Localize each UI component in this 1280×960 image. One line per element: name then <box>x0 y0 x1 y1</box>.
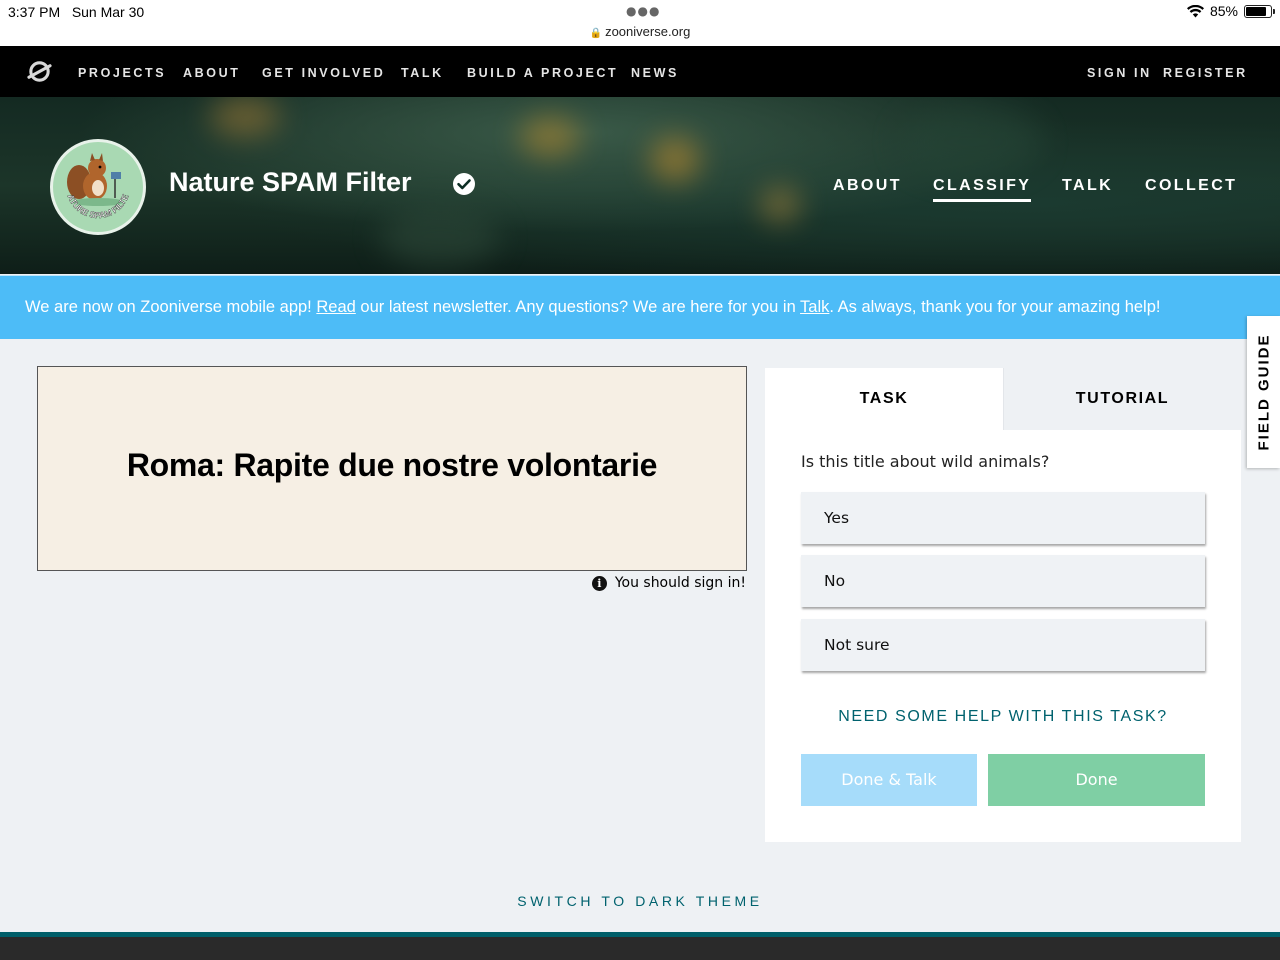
talk-link[interactable]: Talk <box>800 298 829 316</box>
announcement-text: We are now on Zooniverse mobile app! Rea… <box>25 298 1161 316</box>
squirrel-logo-icon: NATURE SPAM FILTER <box>53 142 131 220</box>
background-bokeh <box>520 117 580 157</box>
top-nav: PROJECTS ABOUT GET INVOLVED TALK BUILD A… <box>0 46 1280 97</box>
project-nav-collect[interactable]: COLLECT <box>1145 177 1237 195</box>
nav-about[interactable]: ABOUT <box>183 66 240 80</box>
background-bokeh <box>380 207 500 267</box>
answer-no[interactable]: No <box>801 555 1205 607</box>
project-title[interactable]: Nature SPAM Filter <box>169 167 412 198</box>
sign-in-link[interactable]: SIGN IN <box>1087 66 1152 80</box>
tab-tutorial[interactable]: TUTORIAL <box>1003 368 1241 430</box>
status-time: 3:37 PM Sun Mar 30 <box>8 4 145 20</box>
register-link[interactable]: REGISTER <box>1163 66 1248 80</box>
background-bokeh <box>210 97 280 137</box>
lock-icon: 🔒 <box>589 28 603 39</box>
task-question: Is this title about wild animals? <box>801 452 1050 471</box>
newsletter-link[interactable]: Read <box>316 298 355 316</box>
subject-title: Roma: Rapite due nostre volontarie <box>126 447 658 483</box>
switch-dark-theme-link[interactable]: SWITCH TO DARK THEME <box>0 893 1280 909</box>
more-dots-icon[interactable]: ●●● <box>626 4 660 18</box>
done-button[interactable]: Done <box>988 754 1205 806</box>
project-avatar[interactable]: NATURE SPAM FILTER <box>50 139 146 235</box>
status-right: 85% <box>1186 3 1275 19</box>
sign-in-note: i You should sign in! <box>591 575 746 591</box>
nav-get-involved[interactable]: GET INVOLVED <box>262 66 385 80</box>
answer-yes[interactable]: Yes <box>801 492 1205 544</box>
tab-task[interactable]: TASK <box>765 368 1003 430</box>
background-bokeh <box>900 107 1040 177</box>
field-guide-label: FIELD GUIDE <box>1255 333 1272 451</box>
status-bar: 3:37 PM Sun Mar 30 ●●● 🔒 zooniverse.org 8… <box>0 0 1280 46</box>
wifi-icon <box>1186 4 1204 17</box>
background-bokeh <box>760 187 800 222</box>
task-panel: TASK TUTORIAL Is this title about wild a… <box>765 368 1241 842</box>
nav-talk[interactable]: TALK <box>401 66 444 80</box>
nav-news[interactable]: NEWS <box>631 66 679 80</box>
battery-icon <box>1244 4 1275 18</box>
project-nav-about[interactable]: ABOUT <box>833 177 902 195</box>
url-text: zooniverse.org <box>605 24 691 39</box>
info-icon: i <box>591 575 607 591</box>
sign-in-note-text: You should sign in! <box>614 575 746 591</box>
announcement-banner: We are now on Zooniverse mobile app! Rea… <box>0 275 1280 339</box>
footer <box>0 932 1280 960</box>
background-bokeh <box>650 137 700 182</box>
nav-build-project[interactable]: BUILD A PROJECT <box>467 66 618 80</box>
project-header: NATURE SPAM FILTER Nature SPAM Filter AB… <box>0 97 1280 274</box>
project-nav-classify[interactable]: CLASSIFY <box>933 177 1032 202</box>
task-help-link[interactable]: NEED SOME HELP WITH THIS TASK? <box>765 708 1241 726</box>
subject-viewer: Roma: Rapite due nostre volontarie <box>37 366 747 571</box>
project-nav-talk[interactable]: TALK <box>1062 177 1113 195</box>
field-guide-tab[interactable]: FIELD GUIDE <box>1247 316 1280 468</box>
answer-not-sure[interactable]: Not sure <box>801 619 1205 671</box>
verified-badge-icon <box>453 173 475 195</box>
zooniverse-logo-icon[interactable] <box>27 59 52 84</box>
done-and-talk-button[interactable]: Done & Talk <box>801 754 977 806</box>
battery-percent: 85% <box>1209 3 1238 19</box>
address-bar[interactable]: 🔒 zooniverse.org <box>0 24 1280 39</box>
nav-projects[interactable]: PROJECTS <box>78 66 166 80</box>
